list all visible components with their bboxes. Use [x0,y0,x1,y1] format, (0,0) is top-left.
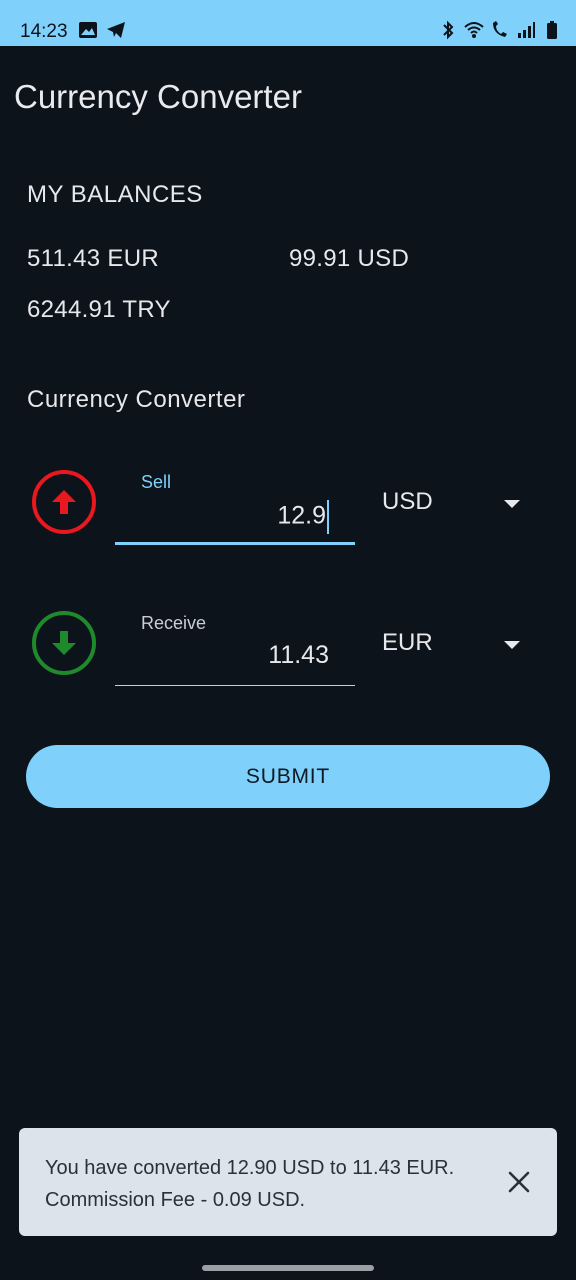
sell-currency-value: USD [382,488,433,515]
receive-arrow-down-icon [32,611,96,675]
sell-arrow-up-icon [32,470,96,534]
status-time: 14:23 [20,21,68,42]
receive-currency-value: EUR [382,629,433,656]
chevron-down-icon [504,641,520,649]
image-icon [79,22,97,38]
submit-button[interactable]: SUBMIT [26,745,550,808]
balance-eur: 511.43 EUR [27,245,159,272]
status-bar: 14:23 [0,0,576,46]
balance-try: 6244.91 TRY [27,296,171,323]
app-title: Currency Converter [14,78,302,115]
balance-usd: 99.91 USD [289,245,410,272]
text-cursor [327,500,329,534]
signal-icon [518,22,535,38]
sell-currency-dropdown[interactable]: USD [382,488,522,528]
sell-underline [115,542,355,545]
balances-heading: MY BALANCES [27,181,203,208]
snackbar-message: You have converted 12.90 USD to 11.43 EU… [45,1157,455,1211]
close-icon[interactable] [507,1170,531,1194]
sell-label: Sell [141,472,172,492]
wifi-icon [464,22,484,38]
bluetooth-icon [443,20,454,40]
receive-label: Receive [141,613,207,633]
receive-currency-dropdown[interactable]: EUR [382,629,522,669]
receive-underline [115,685,355,686]
telegram-icon [107,22,125,38]
sell-amount-input[interactable]: Sell 12.9 [115,466,355,546]
receive-value: 11.43 [268,641,329,669]
battery-icon [547,21,557,39]
gesture-nav-handle[interactable] [202,1265,374,1271]
sell-value: 12.9 [277,500,329,534]
chevron-down-icon [504,500,520,508]
receive-amount-input[interactable]: Receive 11.43 [115,607,355,687]
wifi-calling-icon [493,21,507,37]
snackbar: You have converted 12.90 USD to 11.43 EU… [19,1128,557,1236]
converter-heading: Currency Converter [27,386,246,413]
